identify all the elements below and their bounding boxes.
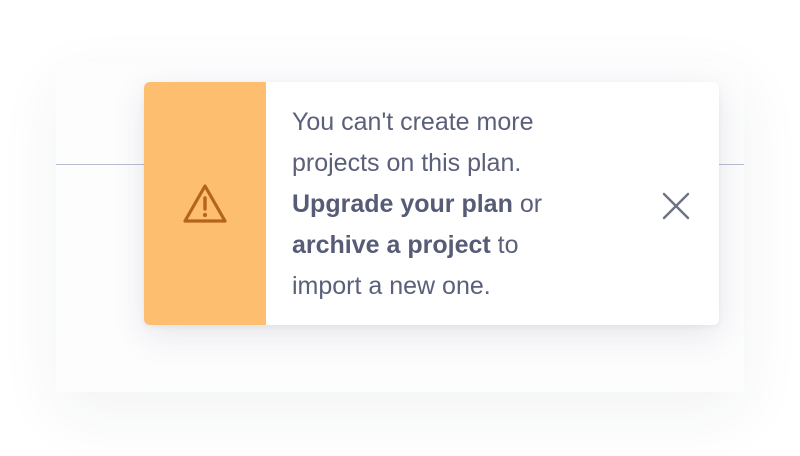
upgrade-warning-toast: You can't create more projects on this p… <box>144 82 719 325</box>
message-text: You can't create more projects on this p… <box>292 108 534 177</box>
archive-project-link[interactable]: archive a project <box>292 231 491 259</box>
upgrade-plan-link[interactable]: Upgrade your plan <box>292 190 513 218</box>
message-or-text: or <box>519 190 543 218</box>
close-button[interactable] <box>657 187 695 225</box>
close-icon <box>662 192 690 220</box>
toast-accent-bar <box>144 82 266 325</box>
warning-icon <box>183 183 227 223</box>
toast-message: You can't create more projects on this p… <box>292 102 592 307</box>
toast-body: You can't create more projects on this p… <box>266 82 719 325</box>
